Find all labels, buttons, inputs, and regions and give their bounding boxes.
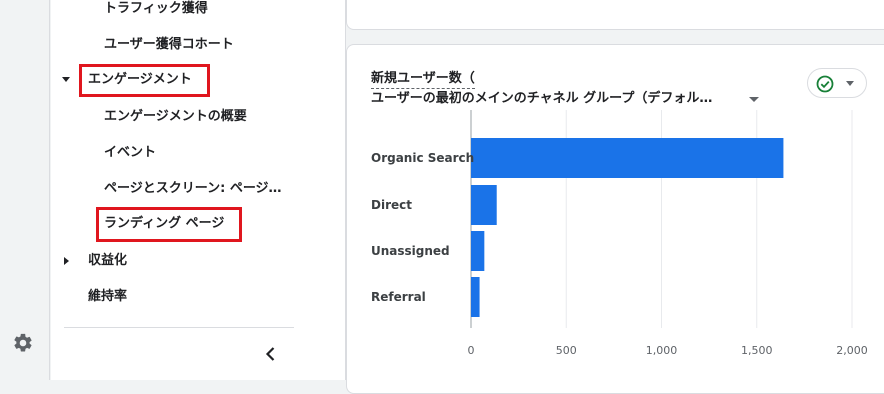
nav-item-user-acquisition-cohort[interactable]: ユーザー獲得コホート bbox=[104, 36, 234, 54]
nav-divider bbox=[64, 327, 294, 328]
bar-chart: Organic Search Direct Unassigned Referral 0… bbox=[371, 110, 868, 357]
x-tick-label: 2,000 bbox=[836, 344, 868, 357]
chart-tick-labels: 0 500 1,000 1,500 2,000 bbox=[468, 344, 868, 357]
top-card bbox=[346, 0, 884, 30]
left-rail bbox=[0, 0, 50, 380]
x-tick-label: 500 bbox=[556, 344, 577, 357]
category-label: Referral bbox=[371, 290, 426, 304]
status-dropdown-button[interactable] bbox=[807, 68, 867, 98]
highlight-box-engagement bbox=[79, 64, 210, 97]
nav-item-traffic-acquisition[interactable]: トラフィック獲得 bbox=[104, 0, 208, 18]
chart-bars bbox=[471, 138, 784, 317]
nav-item-events[interactable]: イベント bbox=[104, 144, 156, 162]
nav-item-pages-and-screens[interactable]: ページとスクリーン: ページ… bbox=[104, 180, 282, 198]
bar[interactable] bbox=[471, 277, 480, 317]
bar[interactable] bbox=[471, 231, 485, 271]
highlight-box-landing-page bbox=[96, 207, 242, 242]
caret-right-icon[interactable] bbox=[64, 257, 69, 265]
bar[interactable] bbox=[471, 138, 784, 178]
chevron-left-icon[interactable] bbox=[261, 344, 281, 364]
category-label: Organic Search bbox=[371, 151, 474, 165]
status-caret-down-icon bbox=[846, 81, 854, 86]
chart-category-labels: Organic Search Direct Unassigned Referral bbox=[371, 151, 474, 304]
category-label: Direct bbox=[371, 198, 412, 212]
bar[interactable] bbox=[471, 185, 497, 225]
x-tick-label: 0 bbox=[468, 344, 475, 357]
caret-down-icon[interactable] bbox=[62, 77, 70, 82]
x-tick-label: 1,500 bbox=[741, 344, 773, 357]
gear-icon[interactable] bbox=[12, 332, 34, 354]
check-circle-icon bbox=[816, 75, 834, 93]
dimension-dropdown-caret-icon[interactable] bbox=[749, 97, 759, 102]
nav-item-engagement-overview[interactable]: エンゲージメントの概要 bbox=[104, 108, 247, 126]
nav-item-retention[interactable]: 維持率 bbox=[88, 288, 127, 306]
report-nav: トラフィック獲得 ユーザー獲得コホート エンゲージメント エンゲージメントの概要… bbox=[51, 0, 346, 380]
x-tick-label: 1,000 bbox=[646, 344, 678, 357]
nav-item-monetization[interactable]: 収益化 bbox=[88, 252, 127, 270]
category-label: Unassigned bbox=[371, 244, 450, 258]
chart-title-dimension[interactable]: ユーザーの最初のメインのチャネル グループ（デフォル… bbox=[371, 90, 712, 108]
chart-title-metric[interactable]: 新規ユーザー数（ bbox=[371, 70, 475, 89]
